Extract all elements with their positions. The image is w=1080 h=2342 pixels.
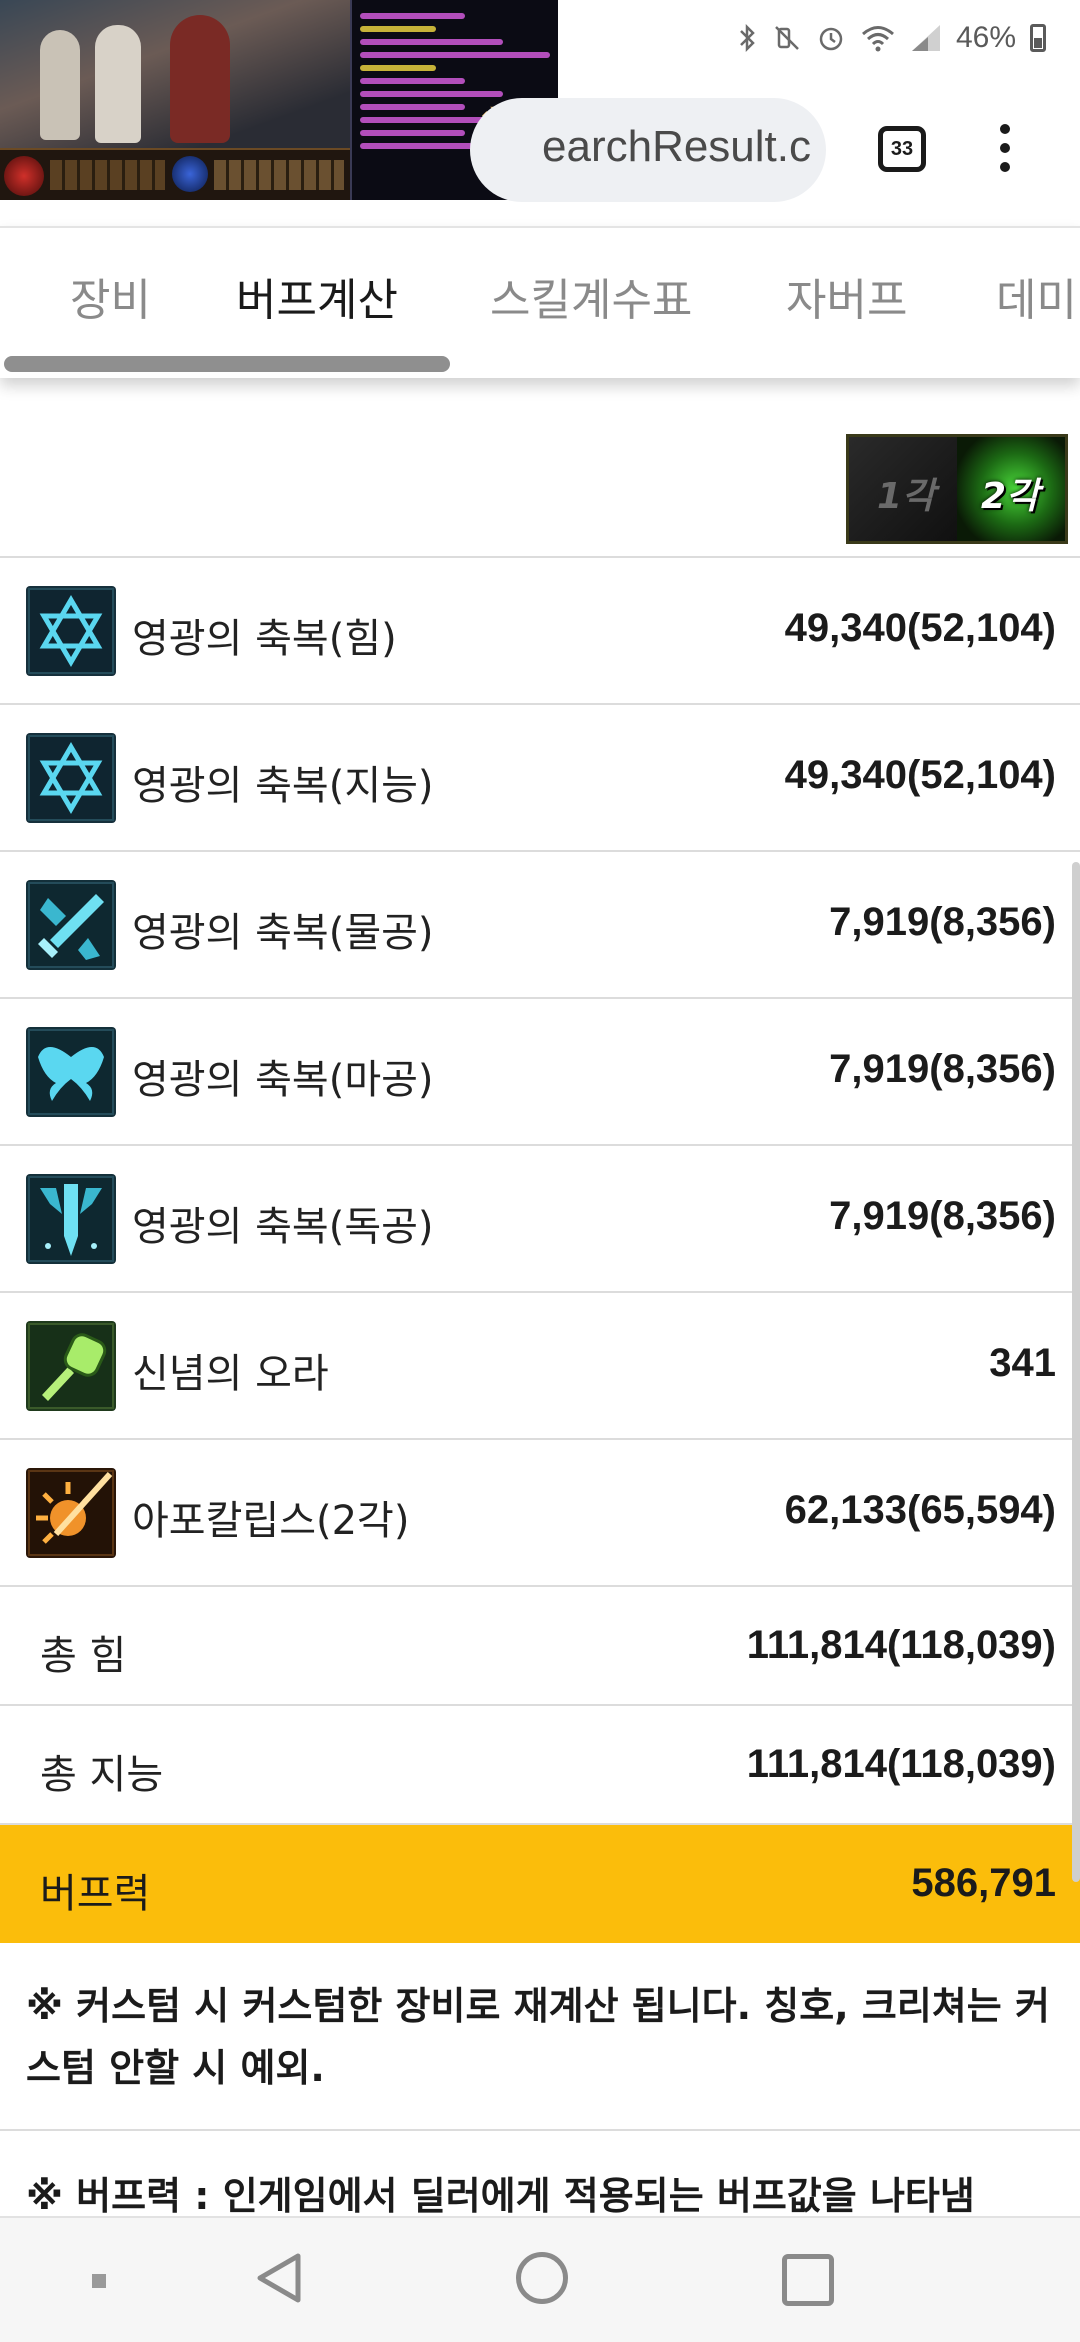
status-icons: 46% [738,18,1046,58]
buff-calc-panel: 1각 2각 영광의 축복(힘) 49,340(52,104) 영광의 축복(지능… [0,420,1080,2245]
buff-label: 영광의 축복(마공) [132,1057,434,1103]
buff-value: 7,919(8,356) [829,900,1056,944]
battery-percent: 46% [955,21,1016,54]
buff-value: 49,340(52,104) [784,606,1056,650]
buff-label: 영광의 축복(독공) [132,1204,434,1250]
custom-note: ※ 커스텀 시 커스텀한 장비로 재계산 됩니다. 칭호, 크리쳐는 커스텀 안… [0,1943,1080,2131]
home-icon[interactable] [516,2252,568,2304]
tab-equipment[interactable]: 장비 [70,264,151,328]
buff-power-value: 586,791 [911,1861,1056,1905]
buff-row: 영광의 축복(물공) 7,919(8,356) [0,852,1080,999]
tab-switcher-button[interactable]: 33 [878,126,926,172]
browser-top-bar: ➶ 46% earchResult.c 33 [0,0,1080,224]
game-hud [0,148,350,200]
skill-slots [50,160,165,190]
nav-indicator-icon [92,2274,106,2288]
section-tab-bar: 장비 버프계산 스킬계수표 자버프 데미 [0,226,1080,378]
awakening-1-label: 1각 [877,476,936,517]
tab-damage[interactable]: 데미 [996,264,1077,328]
system-nav-bar [0,2216,1080,2342]
sun-burst-icon [26,1468,116,1558]
buff-value: 49,340(52,104) [784,753,1056,797]
fist-icon [26,1321,116,1411]
awakening-toggle-row: 1각 2각 [0,420,1080,558]
tooltip-line [360,26,436,32]
sword-icon [26,880,116,970]
tooltip-line [360,130,465,136]
total-label: 총 힘 [40,1633,127,1679]
tooltip-line [360,52,550,58]
more-options-icon[interactable] [990,124,1020,180]
recent-apps-icon[interactable] [782,2254,834,2306]
tab-skill-coefficients[interactable]: 스킬계수표 [490,264,692,328]
buff-power-row: 버프력 586,791 [0,1825,1080,1943]
tab-scroll-indicator [4,356,450,372]
back-icon[interactable] [250,2248,310,2308]
buff-row: 영광의 축복(힘) 49,340(52,104) [0,558,1080,705]
game-scene [0,0,350,148]
url-text: earchResult.c [542,122,812,171]
total-value: 111,814(118,039) [746,1623,1056,1667]
game-character [40,30,80,140]
dagger-icon [26,1174,116,1264]
buff-value: 62,133(65,594) [784,1488,1056,1532]
page-scrollbar[interactable] [1072,862,1080,1882]
bluetooth-icon [740,23,755,53]
wings-icon [26,1027,116,1117]
mp-orb [172,156,208,192]
wifi-icon [861,26,894,52]
tooltip-line [360,65,436,71]
buff-row: 영광의 축복(독공) 7,919(8,356) [0,1146,1080,1293]
buff-row: 영광의 축복(마공) 7,919(8,356) [0,999,1080,1146]
buff-power-label: 버프력 [40,1871,151,1917]
tab-self-buff[interactable]: 자버프 [786,264,907,328]
awakening-toggle[interactable]: 1각 2각 [846,434,1068,544]
total-row-intelligence: 총 지능 111,814(118,039) [0,1706,1080,1825]
buff-value: 7,919(8,356) [829,1047,1056,1091]
buff-label: 영광의 축복(힘) [132,616,397,662]
buff-value: 7,919(8,356) [829,1194,1056,1238]
buff-row: 신념의 오라 341 [0,1293,1080,1440]
game-character [170,15,230,143]
tooltip-line [360,91,503,97]
awakening-2-label: 2각 [981,476,1040,517]
game-character [95,25,141,143]
buff-label: 신념의 오라 [132,1351,329,1397]
tooltip-line [360,104,465,110]
buff-label: 아포칼립스(2각) [132,1498,410,1544]
alarm-icon [819,27,843,51]
total-value: 111,814(118,039) [746,1742,1056,1786]
tooltip-line [360,39,503,45]
buff-value: 341 [989,1341,1056,1385]
item-slots [214,160,344,190]
signal-icon [911,25,940,51]
address-bar[interactable]: earchResult.c [470,98,826,202]
tooltip-line [360,13,465,19]
total-label: 총 지능 [40,1752,164,1798]
battery-icon [1030,24,1046,52]
buff-label: 영광의 축복(물공) [132,910,434,956]
tooltip-line [360,78,465,84]
total-row-strength: 총 힘 111,814(118,039) [0,1587,1080,1706]
tab-buff-calc[interactable]: 버프계산 [236,264,398,328]
star-of-david-icon [26,733,116,823]
hp-orb [4,156,44,196]
star-of-david-icon [26,586,116,676]
mute-icon [775,26,799,50]
buff-row: 아포칼립스(2각) 62,133(65,594) [0,1440,1080,1587]
buff-label: 영광의 축복(지능) [132,763,434,809]
buff-row: 영광의 축복(지능) 49,340(52,104) [0,705,1080,852]
